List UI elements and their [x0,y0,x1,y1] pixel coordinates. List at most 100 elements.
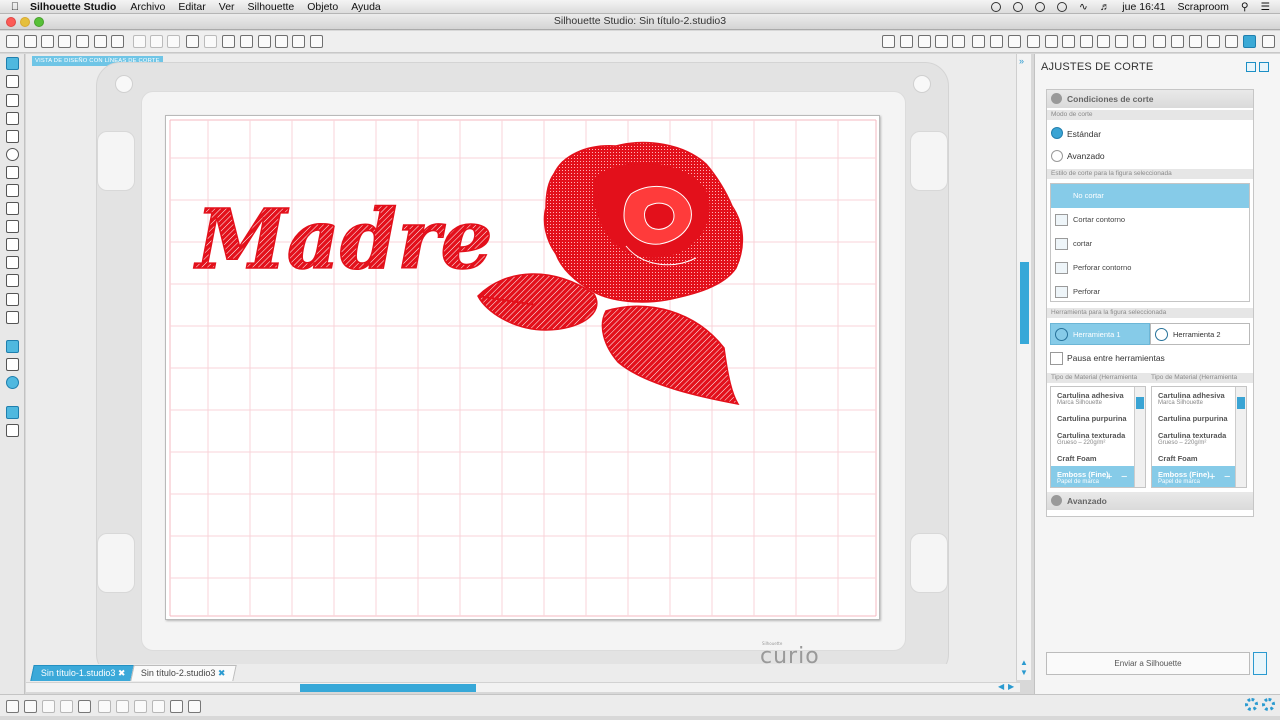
material-item[interactable]: Cartulina adhesiva [1057,391,1124,400]
scroll-right-icon[interactable]: ▶ [1008,682,1014,691]
cut-style-no-cut[interactable]: No cortar [1051,184,1249,208]
add-material-icon[interactable]: + [1106,471,1112,483]
settings-panel-icon[interactable] [1225,35,1238,48]
menu-ver[interactable]: Ver [219,1,235,13]
notification-icon[interactable]: ☰ [1261,1,1270,13]
library-icon[interactable] [6,358,19,371]
material-item[interactable]: Cartulina texturada [1057,431,1125,440]
modify-tool-icon[interactable] [952,35,965,48]
cut-settings-icon[interactable] [1243,35,1256,48]
copy-icon[interactable] [133,35,146,48]
time-machine-icon[interactable] [1034,1,1045,12]
canvas-vertical-scrollbar[interactable]: » ▲ ▼ [1016,54,1031,680]
release-compound-icon[interactable] [98,700,111,713]
bring-forward-icon[interactable] [134,700,147,713]
collapse-panel-icon[interactable]: » [1019,56,1024,66]
vertical-scroll-thumb[interactable] [1020,262,1029,344]
menu-editar[interactable]: Editar [178,1,205,13]
material-scroll-thumb[interactable] [1237,397,1245,409]
expand-arrow-icon[interactable] [1051,495,1062,506]
polygon-icon[interactable] [6,166,19,179]
cut-style-cut-edge[interactable]: Cortar contorno [1051,208,1249,232]
cut-style-perforate[interactable]: Perforar [1051,280,1249,304]
mode-standard-radio[interactable] [1051,127,1063,139]
settings-gear-icon[interactable] [1245,698,1258,711]
conditions-header[interactable]: Condiciones de corte [1047,90,1253,108]
pan-icon[interactable] [222,35,235,48]
select-all-icon[interactable] [6,700,19,713]
eraser-icon[interactable] [6,293,19,306]
collapse-arrow-icon[interactable] [1051,93,1062,104]
material-list-tool-2[interactable]: Cartulina adhesiva Marca Silhouette Cart… [1151,386,1247,488]
material-item[interactable]: Craft Foam [1158,454,1198,463]
redo-icon[interactable] [204,35,217,48]
maximize-window-button[interactable] [34,17,44,27]
store-panel-icon[interactable] [1207,35,1220,48]
rotate-icon[interactable] [1045,35,1058,48]
panel-expand-icon[interactable] [1246,62,1256,72]
material-item-selected[interactable]: Emboss (Fine) [1158,470,1210,479]
align-tool-icon[interactable] [918,35,931,48]
paste-icon[interactable] [150,35,163,48]
material-scroll-thumb[interactable] [1136,397,1144,409]
scroll-left-icon[interactable]: ◀ [998,682,1004,691]
print-icon[interactable] [111,35,124,48]
clock[interactable]: jue 16:41 [1122,1,1165,13]
close-tab-icon[interactable]: ✖ [218,666,226,681]
scroll-up-icon[interactable]: ▲ [1020,658,1028,667]
zoom-drag-icon[interactable] [292,35,305,48]
fit-icon[interactable] [310,35,323,48]
deselect-icon[interactable] [24,700,37,713]
apple-icon[interactable]:  [0,1,30,13]
tool-1-button[interactable]: Herramienta 1 [1050,323,1150,345]
save-selection-icon[interactable] [94,35,107,48]
send-backward-icon[interactable] [152,700,165,713]
menu-app-name[interactable]: Silhouette Studio [30,1,116,13]
remove-material-icon[interactable]: − [1224,471,1230,483]
cut-style-perforate-edge[interactable]: Perforar contorno [1051,256,1249,280]
user-name[interactable]: Scraproom [1178,1,1229,13]
material-item[interactable]: Cartulina purpurina [1158,414,1228,423]
mode-advanced-label[interactable]: Avanzado [1067,151,1105,161]
scale-icon[interactable] [1062,35,1075,48]
grid-tool-icon[interactable] [900,35,913,48]
material-item-selected[interactable]: Emboss (Fine) [1057,470,1109,479]
save-as-icon[interactable] [76,35,89,48]
spotlight-icon[interactable]: ⚲ [1241,1,1249,13]
line-style-icon[interactable] [990,35,1003,48]
cut-style-cut[interactable]: cortar [1051,232,1249,256]
add-material-icon[interactable]: + [1209,471,1215,483]
send-to-silhouette-button[interactable]: Enviar a Silhouette [1046,652,1250,675]
move-icon[interactable] [1080,35,1093,48]
shape-tool-icon[interactable] [882,35,895,48]
close-tab-icon[interactable]: ✖ [118,666,126,681]
ruler-icon[interactable] [6,406,19,419]
undo-icon[interactable] [186,35,199,48]
cut-icon[interactable] [167,35,180,48]
trace-icon[interactable] [1115,35,1128,48]
open-icon[interactable] [24,35,37,48]
page-setup-icon[interactable] [1153,35,1166,48]
menu-archivo[interactable]: Archivo [130,1,165,13]
design-canvas[interactable]: VISTA DE DISEÑO CON LÍNEAS DE CORTE Madr… [26,54,1016,680]
canvas-horizontal-scrollbar[interactable]: ◀ ▶ [26,682,1020,692]
offset-icon[interactable] [1097,35,1110,48]
material-scrollbar[interactable] [1134,387,1145,487]
menu-silhouette[interactable]: Silhouette [248,1,295,13]
new-icon[interactable] [6,35,19,48]
bluetooth-icon[interactable] [1056,1,1067,12]
material-item[interactable]: Craft Foam [1057,454,1097,463]
ellipse-icon[interactable] [6,148,19,161]
make-compound-icon[interactable] [78,700,91,713]
advanced-header[interactable]: Avanzado [1047,492,1253,510]
pause-checkbox[interactable] [1050,352,1063,365]
design-page[interactable]: Madre [165,115,880,620]
record-icon[interactable] [990,1,1001,12]
mode-advanced-radio[interactable] [1051,150,1063,162]
tab-document-2[interactable]: Sin título-2.studio3 ✖ [130,665,237,681]
point-edit-icon[interactable] [6,75,19,88]
material-item[interactable]: Cartulina texturada [1158,431,1226,440]
design-text[interactable]: Madre [192,191,493,289]
layers-icon[interactable] [1133,35,1146,48]
open-library-icon[interactable] [41,35,54,48]
